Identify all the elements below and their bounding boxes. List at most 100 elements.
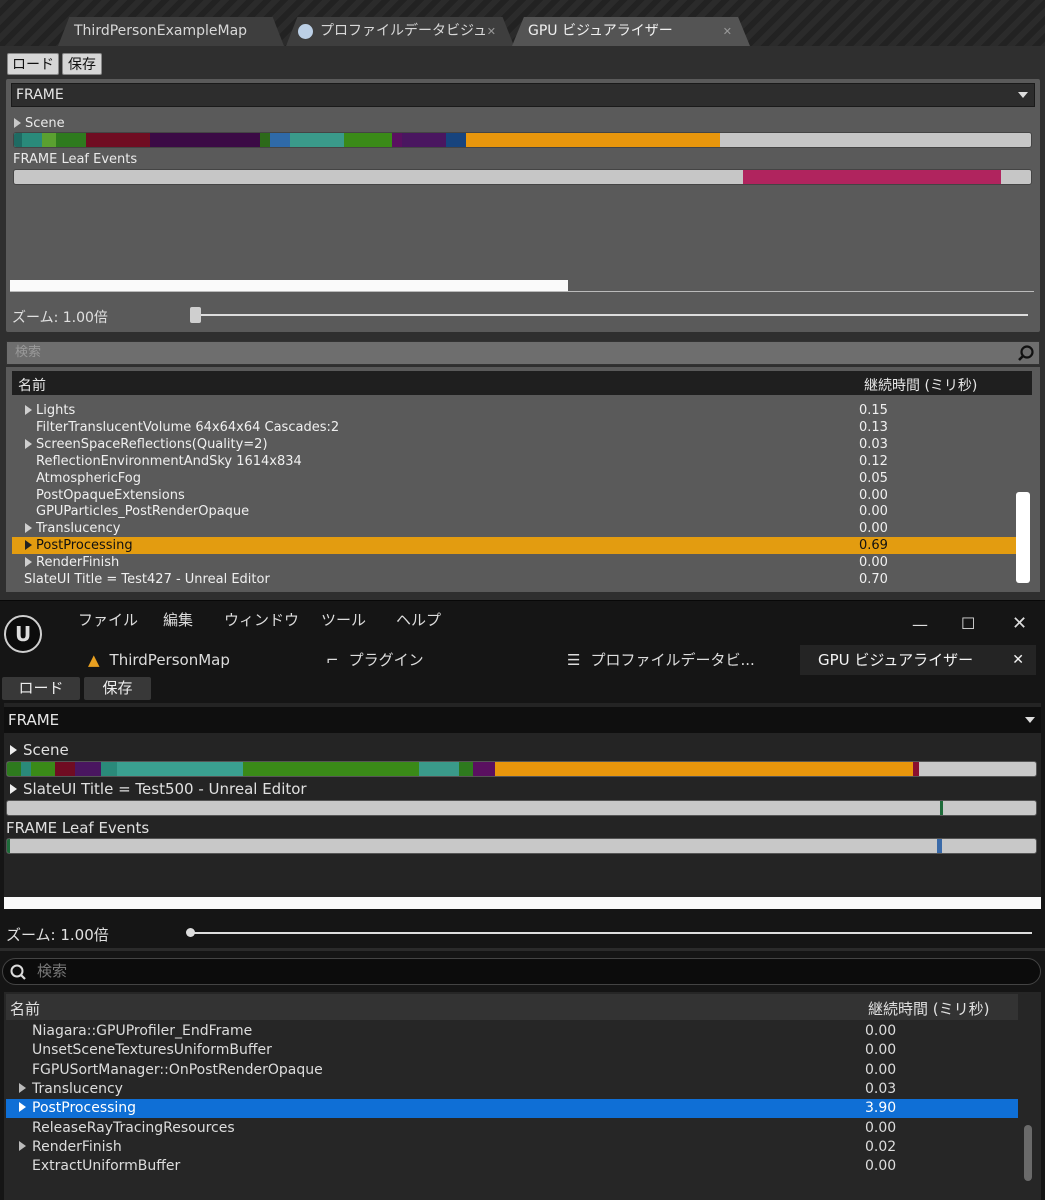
table-row[interactable]: PostProcessing 0.69 <box>12 537 1020 555</box>
minimize-icon[interactable]: — <box>912 615 928 634</box>
load-button[interactable]: ロード <box>7 53 59 75</box>
row-name-text: ReleaseRayTracingResources <box>32 1119 235 1136</box>
menu-file[interactable]: ファイル <box>78 609 138 630</box>
timeline-scrollbar[interactable] <box>4 897 1041 909</box>
zoom-slider-handle[interactable] <box>190 307 201 323</box>
tab-label: プラグイン <box>348 651 424 669</box>
table-row[interactable]: Lights 0.15 <box>12 402 1020 419</box>
leaf-events-bar[interactable] <box>13 169 1032 185</box>
list-scrollbar[interactable] <box>1016 492 1030 583</box>
row-duration: 0.03 <box>865 1080 897 1097</box>
slate-bar[interactable] <box>6 800 1037 816</box>
expand-arrow-icon[interactable] <box>25 523 32 534</box>
row-duration: 0.03 <box>859 436 888 452</box>
row-name-text: GPUParticles_PostRenderOpaque <box>36 504 250 520</box>
timeline-scrollbar[interactable] <box>10 280 568 291</box>
scene-label: Scene <box>23 741 69 759</box>
table-row[interactable]: Translucency 0.03 <box>6 1080 1018 1099</box>
scene-bar[interactable] <box>13 132 1032 148</box>
tab-label: GPU ビジュアライザー <box>818 651 974 669</box>
table-row[interactable]: UnsetSceneTexturesUniformBuffer 0.00 <box>6 1041 1018 1060</box>
table-row[interactable]: SlateUI Title = Test427 - Unreal Editor 0… <box>12 571 1020 588</box>
scene-row-label[interactable]: Scene <box>10 741 69 759</box>
column-name-header[interactable]: 名前 <box>10 998 40 1019</box>
menu-tools[interactable]: ツール <box>321 609 366 630</box>
table-row[interactable]: ReflectionEnvironmentAndSky 1614x834 0.12 <box>12 453 1020 470</box>
zoom-label: ズーム: 1.00倍 <box>6 926 109 944</box>
tab-gpu-visualizer[interactable]: GPU ビジュアライザー ✕ <box>800 645 1036 675</box>
expand-arrow-icon[interactable] <box>25 405 32 415</box>
close-icon[interactable]: ✕ <box>723 17 732 46</box>
zoom-slider-track[interactable] <box>190 932 1032 934</box>
tab-thirdperson-map[interactable]: ▲ ThirdPersonMap <box>88 645 230 675</box>
tab-profile-data[interactable]: ☰ プロファイルデータビ... <box>567 645 755 675</box>
expand-arrow-icon[interactable] <box>19 1140 26 1151</box>
load-button[interactable]: ロード <box>2 677 80 700</box>
zoom-slider-track[interactable] <box>192 314 1028 316</box>
save-button[interactable]: 保存 <box>62 53 102 75</box>
menu-edit[interactable]: 編集 <box>163 609 193 630</box>
list-scrollbar[interactable] <box>1024 1125 1032 1181</box>
expand-arrow-icon[interactable] <box>19 1082 26 1093</box>
close-icon[interactable]: ✕ <box>1012 645 1024 675</box>
table-row[interactable]: ExtractUniformBuffer 0.00 <box>6 1157 1018 1176</box>
table-row[interactable]: GPUParticles_PostRenderOpaque 0.00 <box>12 503 1020 520</box>
expand-arrow-icon[interactable] <box>19 1102 26 1113</box>
row-name: RenderFinish <box>25 554 119 571</box>
row-name: AtmosphericFog <box>36 470 141 487</box>
table-row[interactable]: Niagara::GPUProfiler_EndFrame 0.00 <box>6 1022 1018 1041</box>
table-row[interactable]: FilterTranslucentVolume 64x64x64 Cascade… <box>12 419 1020 436</box>
tab-label: プロファイルデータビ... <box>590 651 755 669</box>
expand-arrow-icon[interactable] <box>25 540 32 551</box>
slate-row-label[interactable]: SlateUI Title = Test500 - Unreal Editor <box>10 780 307 798</box>
frame-dropdown[interactable]: FRAME <box>4 707 1041 733</box>
menu-help[interactable]: ヘルプ <box>396 609 441 630</box>
tab-label: ThirdPersonExampleMap <box>74 23 248 39</box>
menu-window[interactable]: ウィンドウ <box>224 609 299 630</box>
tab-profile-data[interactable]: プロファイルデータビジュ ✕ <box>286 17 514 46</box>
column-duration-header[interactable]: 継続時間 (ミリ秒) <box>868 998 989 1019</box>
zoom-slider-handle[interactable] <box>186 928 195 937</box>
table-row[interactable]: RenderFinish 0.00 <box>12 554 1020 571</box>
tab-plugins[interactable]: ⌐ プラグイン <box>326 645 424 675</box>
table-row[interactable]: PostProcessing 3.90 <box>6 1099 1018 1119</box>
scene-bar[interactable] <box>6 761 1037 777</box>
menu-bar: U ファイル 編集 ウィンドウ ツール ヘルプ — ☐ ✕ <box>0 601 1045 653</box>
expand-arrow-icon[interactable] <box>25 438 32 449</box>
row-duration: 0.00 <box>859 555 888 571</box>
ue5-gpu-visualizer: U ファイル 編集 ウィンドウ ツール ヘルプ — ☐ ✕ ▲ ThirdPers… <box>0 601 1045 1200</box>
search-input[interactable]: 検索 <box>6 341 1040 365</box>
table-row[interactable]: Translucency 0.00 <box>12 520 1020 537</box>
close-window-icon[interactable]: ✕ <box>1012 613 1027 634</box>
search-input[interactable]: 検索 <box>2 958 1041 985</box>
expand-arrow-icon <box>10 784 17 794</box>
column-name-header[interactable]: 名前 <box>18 375 46 395</box>
row-duration: 0.02 <box>865 1138 897 1155</box>
close-icon[interactable]: ✕ <box>487 17 496 46</box>
leaf-events-bar[interactable] <box>6 838 1037 854</box>
row-name: RenderFinish <box>19 1138 122 1157</box>
row-duration: 0.12 <box>859 453 888 469</box>
table-row[interactable]: ScreenSpaceReflections(Quality=2) 0.03 <box>12 436 1020 453</box>
expand-arrow-icon[interactable] <box>25 557 32 568</box>
table-row[interactable]: RenderFinish 0.02 <box>6 1138 1018 1157</box>
tab-thirdperson-map[interactable]: ThirdPersonExampleMap <box>58 17 284 46</box>
tab-gpu-visualizer[interactable]: GPU ビジュアライザー ✕ <box>512 17 750 46</box>
row-name-text: Lights <box>36 403 76 418</box>
row-name-text: Translucency <box>32 1080 123 1097</box>
table-row[interactable]: AtmosphericFog 0.05 <box>12 470 1020 487</box>
table-row[interactable]: FGPUSortManager::OnPostRenderOpaque 0.00 <box>6 1061 1018 1080</box>
scene-label: Scene <box>25 116 65 131</box>
frame-dropdown[interactable]: FRAME <box>11 83 1035 107</box>
search-icon <box>1018 345 1034 361</box>
column-duration-header[interactable]: 継続時間 (ミリ秒) <box>864 375 977 395</box>
row-name: GPUParticles_PostRenderOpaque <box>36 503 249 520</box>
save-button[interactable]: 保存 <box>84 677 151 700</box>
table-row[interactable]: ReleaseRayTracingResources 0.00 <box>6 1119 1018 1138</box>
row-name-text: ReflectionEnvironmentAndSky 1614x834 <box>36 453 302 469</box>
maximize-icon[interactable]: ☐ <box>961 614 975 633</box>
table-row[interactable]: PostOpaqueExtensions 0.00 <box>12 487 1020 504</box>
event-tree-list: 名前 継続時間 (ミリ秒) Niagara::GPUProfiler_EndFr… <box>4 992 1041 1200</box>
scene-row-label[interactable]: Scene <box>14 116 65 131</box>
row-name: PostOpaqueExtensions <box>36 487 185 504</box>
